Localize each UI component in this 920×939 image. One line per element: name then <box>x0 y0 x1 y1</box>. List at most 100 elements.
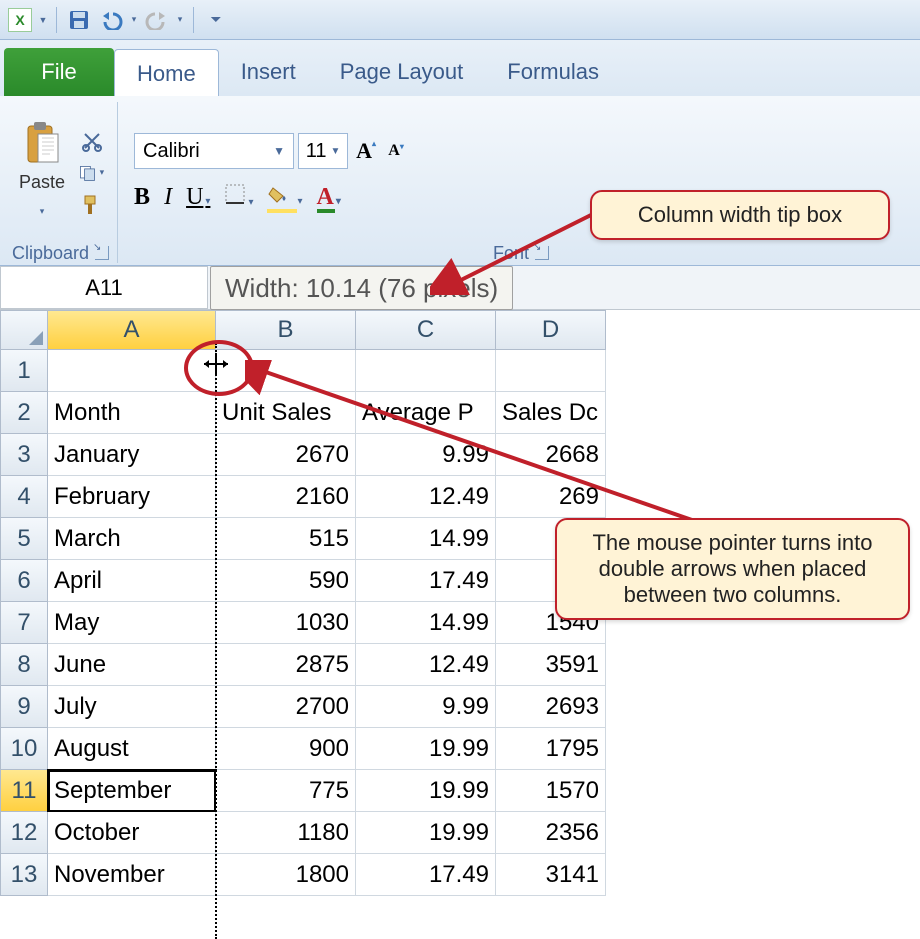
font-dialog-launcher[interactable] <box>535 246 549 260</box>
column-header-a[interactable]: A <box>48 310 216 350</box>
cell[interactable]: 17.49 <box>356 854 496 896</box>
file-tab[interactable]: File <box>4 48 114 96</box>
cell[interactable]: 12.49 <box>356 476 496 518</box>
cell[interactable]: November <box>48 854 216 896</box>
row-header[interactable]: 7 <box>0 602 48 644</box>
tab-insert[interactable]: Insert <box>219 48 318 96</box>
cell[interactable]: July <box>48 686 216 728</box>
clipboard-dialog-launcher[interactable] <box>95 246 109 260</box>
redo-button[interactable] <box>143 6 171 34</box>
cell[interactable]: January <box>48 434 216 476</box>
row-header[interactable]: 1 <box>0 350 48 392</box>
cell[interactable]: August <box>48 728 216 770</box>
qat-dropdown-icon[interactable]: ▼ <box>38 6 48 34</box>
italic-button[interactable]: I <box>164 184 172 211</box>
border-button[interactable]: ▾ <box>224 183 253 212</box>
cell[interactable]: Unit Sales <box>216 392 356 434</box>
tab-formulas[interactable]: Formulas <box>485 48 621 96</box>
cell[interactable]: 19.99 <box>356 728 496 770</box>
bold-button[interactable]: B <box>134 184 150 211</box>
select-all-corner[interactable] <box>0 310 48 350</box>
cell[interactable]: February <box>48 476 216 518</box>
font-name-combo[interactable]: Calibri▼ <box>134 133 294 169</box>
cell[interactable]: 1180 <box>216 812 356 854</box>
fill-color-button[interactable]: ▾ <box>267 184 302 211</box>
cell[interactable]: 2700 <box>216 686 356 728</box>
cell[interactable]: 1030 <box>216 602 356 644</box>
cell[interactable]: 2670 <box>216 434 356 476</box>
cell[interactable]: 9.99 <box>356 686 496 728</box>
customize-qat-icon[interactable]: ⏷ <box>202 6 230 34</box>
shrink-font-button[interactable]: A▾ <box>382 137 410 165</box>
format-painter-button[interactable] <box>78 192 106 218</box>
paste-dropdown-icon[interactable]: ▾ <box>37 197 47 225</box>
tab-page-layout[interactable]: Page Layout <box>318 48 486 96</box>
cell[interactable] <box>496 350 606 392</box>
cell[interactable]: Average P <box>356 392 496 434</box>
cell[interactable]: 2668 <box>496 434 606 476</box>
cell[interactable] <box>48 350 216 392</box>
cell[interactable]: 1795 <box>496 728 606 770</box>
cell[interactable]: 17.49 <box>356 560 496 602</box>
cell[interactable]: Sales Dc <box>496 392 606 434</box>
cut-button[interactable] <box>78 128 106 154</box>
font-color-button[interactable]: A▾ <box>317 184 341 211</box>
cell[interactable]: May <box>48 602 216 644</box>
cell[interactable]: 19.99 <box>356 812 496 854</box>
cell[interactable]: 900 <box>216 728 356 770</box>
paste-button[interactable]: Paste ▾ <box>12 120 72 225</box>
cell[interactable] <box>216 350 356 392</box>
cell[interactable]: 2356 <box>496 812 606 854</box>
row-header[interactable]: 2 <box>0 392 48 434</box>
row-header[interactable]: 5 <box>0 518 48 560</box>
excel-app-icon[interactable]: X <box>6 6 34 34</box>
cell[interactable]: 775 <box>216 770 356 812</box>
cell[interactable]: Month <box>48 392 216 434</box>
tab-home[interactable]: Home <box>114 49 219 97</box>
cell[interactable]: 3591 <box>496 644 606 686</box>
redo-dropdown-icon[interactable]: ▾ <box>175 6 185 34</box>
font-size-combo[interactable]: 11▼ <box>298 133 348 169</box>
undo-dropdown-icon[interactable]: ▾ <box>129 6 139 34</box>
cell[interactable]: 14.99 <box>356 602 496 644</box>
cell[interactable]: 2693 <box>496 686 606 728</box>
column-header-d[interactable]: D <box>496 310 606 350</box>
column-header-c[interactable]: C <box>356 310 496 350</box>
cell[interactable]: 12.49 <box>356 644 496 686</box>
cell[interactable]: 2160 <box>216 476 356 518</box>
cell[interactable]: 14.99 <box>356 518 496 560</box>
save-button[interactable] <box>65 6 93 34</box>
cell[interactable]: October <box>48 812 216 854</box>
cell[interactable]: 19.99 <box>356 770 496 812</box>
cell[interactable]: June <box>48 644 216 686</box>
cell[interactable]: 1800 <box>216 854 356 896</box>
cell[interactable]: 1570 <box>496 770 606 812</box>
cell[interactable]: March <box>48 518 216 560</box>
cell[interactable]: 2875 <box>216 644 356 686</box>
cell[interactable] <box>356 350 496 392</box>
column-header-b[interactable]: B <box>216 310 356 350</box>
grow-font-button[interactable]: A▴ <box>352 137 380 165</box>
cell[interactable]: April <box>48 560 216 602</box>
row-header[interactable]: 4 <box>0 476 48 518</box>
underline-button[interactable]: U▾ <box>186 184 210 211</box>
copy-button[interactable]: ▾ <box>78 160 106 186</box>
quick-access-toolbar: X ▼ ▾ ▾ ⏷ <box>0 0 920 40</box>
cell[interactable]: 515 <box>216 518 356 560</box>
name-box[interactable]: A11 <box>0 266 208 309</box>
row-header[interactable]: 3 <box>0 434 48 476</box>
cell-selected[interactable]: September <box>48 770 216 812</box>
cell[interactable]: 269 <box>496 476 606 518</box>
cell[interactable]: 3141 <box>496 854 606 896</box>
cell[interactable]: 9.99 <box>356 434 496 476</box>
cell[interactable]: 590 <box>216 560 356 602</box>
undo-button[interactable] <box>97 6 125 34</box>
row-header[interactable]: 6 <box>0 560 48 602</box>
column-width-tooltip: Width: 10.14 (76 pixels) <box>210 266 513 310</box>
row-header[interactable]: 13 <box>0 854 48 896</box>
row-header[interactable]: 10 <box>0 728 48 770</box>
row-header[interactable]: 11 <box>0 770 48 812</box>
row-header[interactable]: 12 <box>0 812 48 854</box>
row-header[interactable]: 9 <box>0 686 48 728</box>
row-header[interactable]: 8 <box>0 644 48 686</box>
